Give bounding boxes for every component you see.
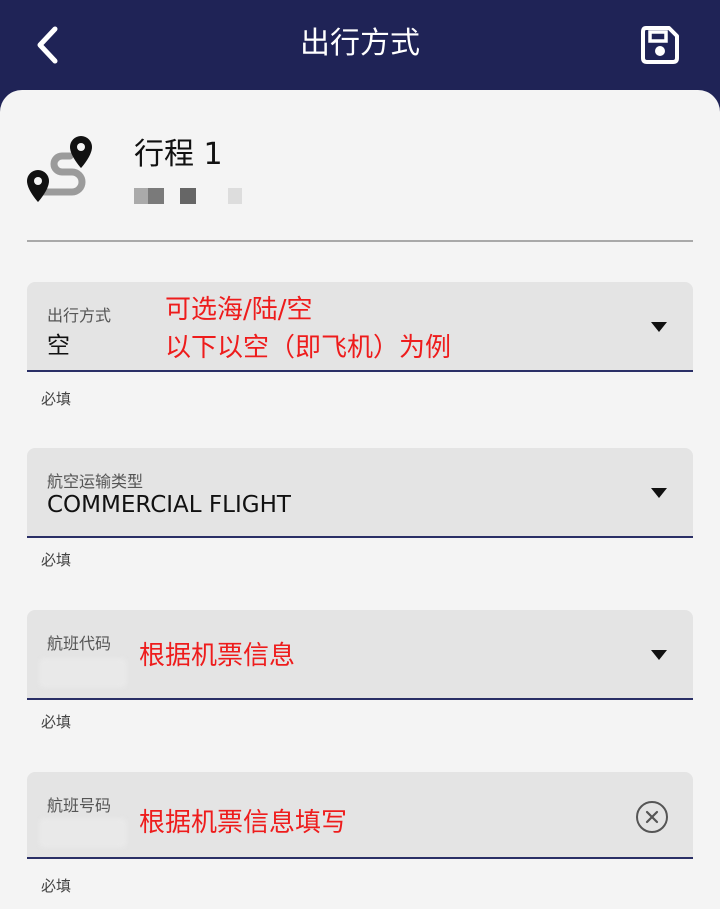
annotation-line: 以下以空（即飞机）为例	[165, 333, 452, 363]
flight-code-dropdown[interactable]: 航班代码	[27, 610, 693, 700]
dropdown-arrow-icon	[651, 488, 667, 498]
route-pins-icon	[27, 136, 92, 202]
floppy-disk-icon	[641, 26, 679, 64]
field-value-redacted	[39, 658, 127, 688]
air-transport-type-dropdown[interactable]: 航空运输类型 COMMERCIAL FLIGHT	[27, 448, 693, 538]
field-label: 航班代码	[47, 634, 112, 653]
save-button[interactable]	[634, 20, 686, 70]
annotation-line: 可选海/陆/空	[165, 295, 313, 325]
page-title: 出行方式	[300, 26, 420, 61]
helper-text: 必填	[41, 551, 72, 569]
field-label: 出行方式	[47, 306, 112, 325]
clear-icon[interactable]	[635, 800, 669, 834]
section-divider	[27, 240, 693, 242]
field-value: 空	[47, 333, 70, 359]
field-value: COMMERCIAL FLIGHT	[47, 492, 291, 518]
helper-text: 必填	[41, 390, 72, 408]
field-label: 航班号码	[47, 796, 112, 815]
dropdown-arrow-icon	[651, 650, 667, 660]
annotation-line: 根据机票信息	[139, 641, 296, 671]
helper-text: 必填	[41, 713, 72, 731]
helper-text: 必填	[41, 877, 72, 895]
app-bar: 出行方式	[0, 0, 720, 96]
annotation-line: 根据机票信息填写	[139, 808, 348, 838]
trip-header: 行程 1	[0, 90, 720, 242]
field-label: 航空运输类型	[47, 472, 144, 491]
flight-number-input[interactable]: 航班号码	[27, 772, 693, 859]
dropdown-arrow-icon	[651, 322, 667, 332]
trip-title: 行程 1	[134, 137, 223, 172]
form-content: 行程 1 出行方式 空 可选海/陆/空 以下以空（即飞机）为例 必填 航空运输类…	[0, 90, 720, 909]
field-value-redacted	[39, 818, 127, 848]
trip-subtitle-redacted	[134, 188, 254, 204]
